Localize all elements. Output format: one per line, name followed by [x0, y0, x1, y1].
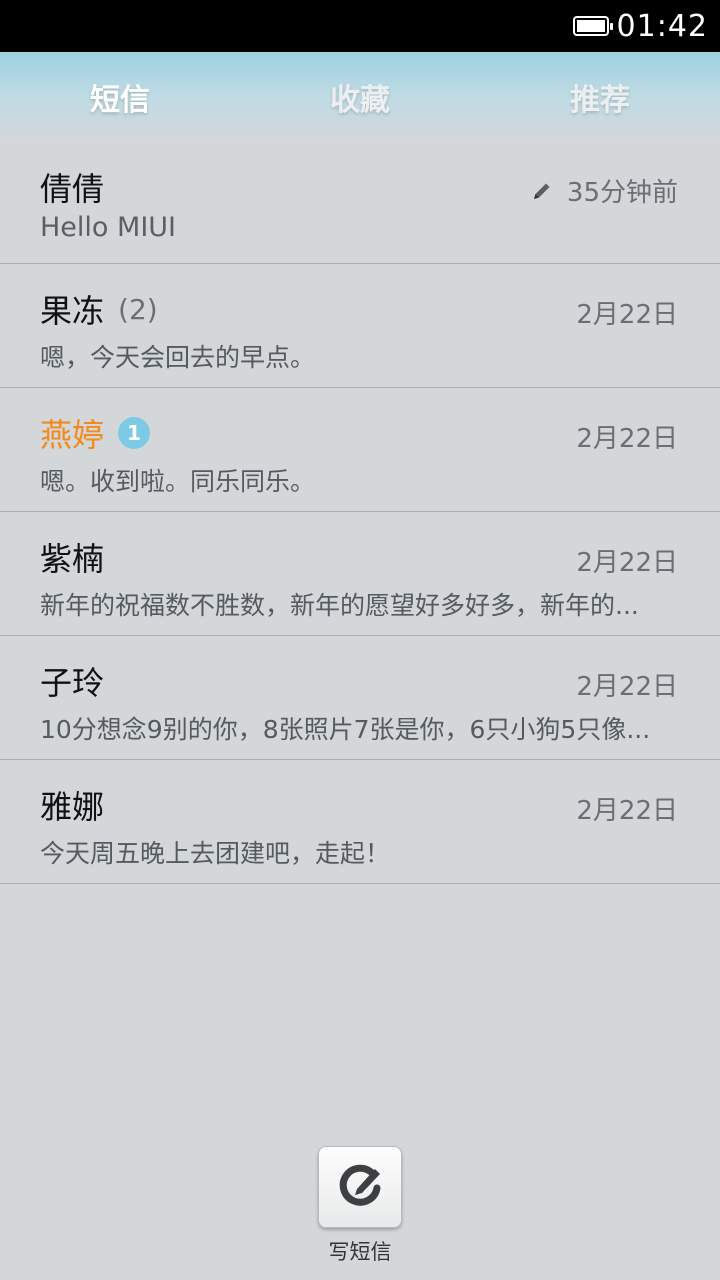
- tab-bar: 短信 收藏 推荐: [0, 52, 720, 142]
- message-time: 2月22日: [576, 672, 678, 702]
- contact-name: 燕婷: [40, 416, 105, 454]
- contact-name: 倩倩: [40, 170, 105, 208]
- message-time: 2月22日: [576, 424, 678, 454]
- tab-favorites[interactable]: 收藏: [240, 52, 480, 142]
- message-count: (2): [118, 292, 158, 326]
- status-time: 01:42: [616, 8, 708, 44]
- message-time: 2月22日: [576, 796, 678, 826]
- contact-name: 子玲: [40, 664, 105, 702]
- tab-recommended[interactable]: 推荐: [480, 52, 720, 142]
- message-preview: 嗯，今天会回去的早点。: [40, 343, 316, 372]
- battery-icon: [572, 16, 613, 36]
- message-preview: 今天周五晚上去团建吧，走起！: [40, 839, 391, 868]
- conversation-row[interactable]: 倩倩 35分钟前 Hello MIUI: [0, 142, 720, 264]
- draft-pencil-icon: [531, 180, 553, 202]
- message-preview: 10分想念9别的你，8张照片7张是你，6只小狗5只像...: [40, 715, 651, 744]
- status-bar: 01:42: [0, 0, 720, 52]
- tab-messages[interactable]: 短信: [0, 52, 240, 142]
- message-time: 2月22日: [576, 300, 678, 330]
- message-preview: 嗯。收到啦。同乐同乐。: [40, 467, 316, 496]
- compose-button[interactable]: [318, 1146, 402, 1228]
- message-time: 2月22日: [576, 548, 678, 578]
- unread-badge: 1: [118, 417, 151, 449]
- conversation-row[interactable]: 果冻 (2) 2月22日 嗯，今天会回去的早点。: [0, 264, 720, 388]
- conversation-row[interactable]: 紫楠 2月22日 新年的祝福数不胜数，新年的愿望好多好多，新年的...: [0, 512, 720, 636]
- compose-icon: [335, 1160, 385, 1214]
- conversation-list: 倩倩 35分钟前 Hello MIUI 果冻 (2) 2月22日 嗯，今天会回去…: [0, 142, 720, 884]
- contact-name: 果冻: [40, 292, 105, 330]
- message-time: 35分钟前: [566, 178, 678, 208]
- contact-name: 紫楠: [40, 540, 105, 578]
- contact-name: 雅娜: [40, 788, 105, 826]
- conversation-row[interactable]: 燕婷 1 2月22日 嗯。收到啦。同乐同乐。: [0, 388, 720, 512]
- message-preview: 新年的祝福数不胜数，新年的愿望好多好多，新年的...: [40, 591, 639, 620]
- conversation-row[interactable]: 子玲 2月22日 10分想念9别的你，8张照片7张是你，6只小狗5只像...: [0, 636, 720, 760]
- compose-label: 写短信: [328, 1240, 392, 1264]
- message-preview: Hello MIUI: [40, 212, 177, 243]
- conversation-row[interactable]: 雅娜 2月22日 今天周五晚上去团建吧，走起！: [0, 760, 720, 884]
